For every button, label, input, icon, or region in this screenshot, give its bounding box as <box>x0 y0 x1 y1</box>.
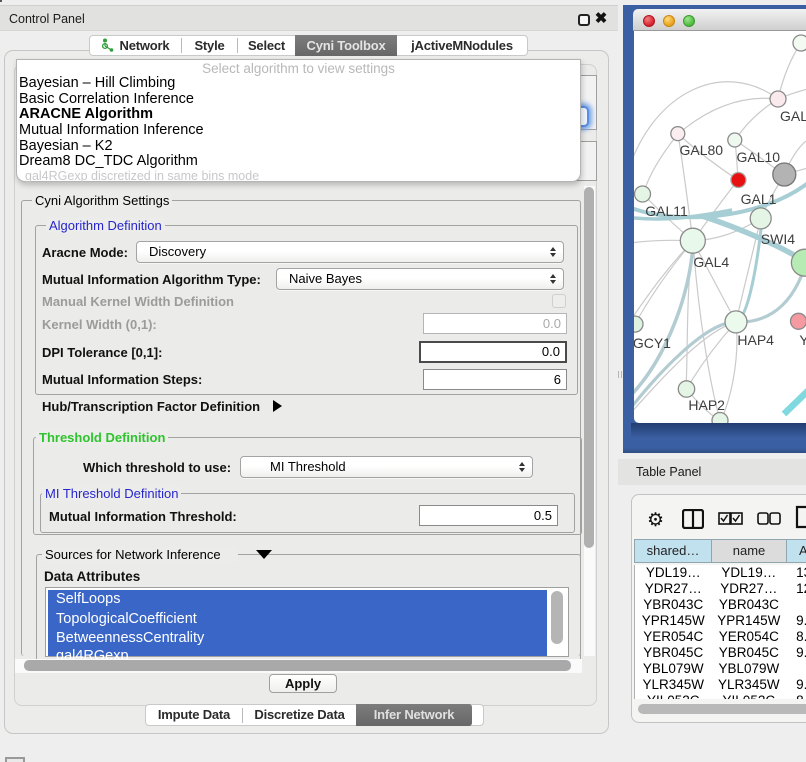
svg-text:Y: Y <box>799 332 806 348</box>
svg-text:GAL80: GAL80 <box>680 142 724 158</box>
svg-text:GAL11: GAL11 <box>645 203 688 219</box>
svg-text:GAL1: GAL1 <box>741 191 777 207</box>
svg-text:SWI4: SWI4 <box>761 231 795 247</box>
svg-text:GAL10: GAL10 <box>737 149 781 165</box>
svg-text:HAP2: HAP2 <box>688 397 725 413</box>
svg-text:HAP4: HAP4 <box>737 332 774 348</box>
svg-text:GAL7: GAL7 <box>780 108 806 124</box>
svg-text:GAL4: GAL4 <box>693 254 729 270</box>
svg-text:GCY1: GCY1 <box>634 335 671 351</box>
